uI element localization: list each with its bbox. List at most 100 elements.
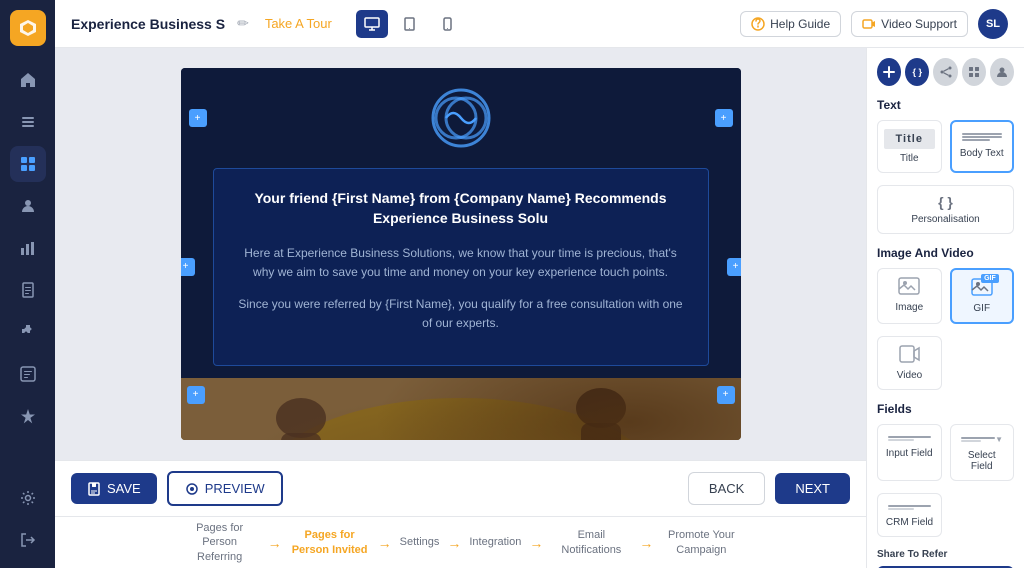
image-block-right-ctrl[interactable]: + bbox=[717, 386, 735, 404]
gif-icon: GIF bbox=[971, 278, 993, 299]
device-mobile[interactable] bbox=[432, 10, 464, 38]
nav-step-1-label[interactable]: Pages for Person Referring bbox=[180, 521, 260, 564]
email-heading: Your friend {First Name} from {Company N… bbox=[234, 189, 688, 228]
input-field-icon bbox=[884, 433, 935, 444]
sidebar-item-users[interactable] bbox=[10, 188, 46, 224]
nav-step-5: Email Notifications bbox=[551, 528, 631, 557]
crm-field-icon bbox=[884, 502, 935, 513]
take-tour-link[interactable]: Take A Tour bbox=[265, 16, 332, 31]
image-video-grid: Image GIF GIF bbox=[877, 268, 1014, 324]
topbar: Experience Business S ✏ Take A Tour bbox=[55, 0, 1024, 48]
meeting-image bbox=[181, 378, 741, 440]
sidebar-item-stack[interactable] bbox=[10, 146, 46, 182]
select-field-icon: ▼ bbox=[957, 433, 1008, 446]
save-button[interactable]: SAVE bbox=[71, 473, 157, 504]
element-input-field[interactable]: Input Field bbox=[877, 424, 942, 481]
image-video-section-title: Image And Video bbox=[877, 246, 1014, 260]
sidebar-item-layers[interactable] bbox=[10, 104, 46, 140]
back-button[interactable]: BACK bbox=[688, 472, 765, 505]
sidebar-logo[interactable] bbox=[10, 10, 46, 46]
sidebar-item-star[interactable] bbox=[10, 398, 46, 434]
sidebar-item-page[interactable] bbox=[10, 272, 46, 308]
image-icon bbox=[898, 277, 920, 298]
back-label: BACK bbox=[709, 481, 744, 496]
sidebar-item-settings[interactable] bbox=[10, 480, 46, 516]
panel-tool-add[interactable] bbox=[877, 58, 901, 86]
nav-arrow-3: → bbox=[447, 535, 461, 551]
main-area: Experience Business S ✏ Take A Tour bbox=[55, 0, 1024, 568]
action-bar: SAVE PREVIEW BACK NEXT bbox=[55, 460, 866, 516]
fields-grid: Input Field ▼ Select Field bbox=[877, 424, 1014, 481]
share-to-refer-label: Share To Refer bbox=[877, 549, 1014, 560]
element-crm-field[interactable]: CRM Field bbox=[877, 493, 942, 537]
nav-step-6-label[interactable]: Promote Your Campaign bbox=[661, 528, 741, 557]
panel-tool-layout[interactable] bbox=[962, 58, 986, 86]
element-image-label: Image bbox=[895, 302, 923, 313]
device-tablet[interactable] bbox=[394, 10, 426, 38]
preview-button[interactable]: PREVIEW bbox=[167, 471, 283, 506]
help-guide-button[interactable]: Help Guide bbox=[740, 11, 841, 37]
next-label: NEXT bbox=[795, 481, 830, 496]
email-canvas-container: + + bbox=[55, 48, 866, 460]
panel-tool-share[interactable] bbox=[933, 58, 957, 86]
email-paragraph2: Since you were referred by {First Name},… bbox=[234, 295, 688, 333]
element-gif[interactable]: GIF GIF bbox=[950, 268, 1015, 324]
nav-arrow-1: → bbox=[268, 535, 282, 551]
nav-step-3: Settings bbox=[400, 535, 440, 549]
text-block-right-ctrl[interactable]: + bbox=[727, 258, 741, 276]
panel-tool-code[interactable]: { } bbox=[905, 58, 929, 86]
title-icon: Title bbox=[884, 129, 935, 149]
element-body-text[interactable]: Body Text bbox=[950, 120, 1015, 173]
user-avatar[interactable]: SL bbox=[978, 9, 1008, 39]
email-canvas: + + bbox=[181, 68, 741, 440]
device-desktop[interactable] bbox=[356, 10, 388, 38]
save-label: SAVE bbox=[107, 481, 141, 496]
preview-label: PREVIEW bbox=[205, 481, 265, 496]
add-block-right-btn[interactable]: + bbox=[715, 109, 733, 127]
help-guide-label: Help Guide bbox=[770, 17, 830, 31]
share-to-refer-section: Share To Refer Promote Your Campaign bbox=[877, 549, 1014, 568]
nav-step-3-label[interactable]: Settings bbox=[400, 535, 440, 549]
element-select-field-label: Select Field bbox=[957, 450, 1008, 472]
text-block-left-ctrl[interactable]: + bbox=[181, 258, 195, 276]
image-block-left-ctrl[interactable]: + bbox=[187, 386, 205, 404]
add-block-btn[interactable]: + bbox=[189, 109, 207, 127]
body-text-icon bbox=[958, 130, 1007, 144]
video-support-button[interactable]: Video Support bbox=[851, 11, 968, 37]
nav-step-4-label[interactable]: Integration bbox=[469, 535, 521, 549]
element-video[interactable]: Video bbox=[877, 336, 942, 390]
panel-tool-profile[interactable] bbox=[990, 58, 1014, 86]
element-select-field[interactable]: ▼ Select Field bbox=[950, 424, 1015, 481]
nav-step-1: Pages for Person Referring bbox=[180, 521, 260, 564]
edit-icon[interactable]: ✏ bbox=[237, 15, 249, 32]
sidebar-item-puzzle[interactable] bbox=[10, 314, 46, 350]
element-title[interactable]: Title Title bbox=[877, 120, 942, 173]
email-image-block: + bbox=[181, 378, 741, 440]
nav-step-4: Integration bbox=[469, 535, 521, 549]
brand-logo bbox=[431, 88, 491, 148]
nav-step-2: Pages for Person Invited bbox=[290, 528, 370, 557]
right-panel: { } bbox=[866, 48, 1024, 568]
element-video-label: Video bbox=[897, 370, 922, 381]
element-personalisation[interactable]: { } Personalisation bbox=[877, 185, 1014, 234]
sidebar-item-logout[interactable] bbox=[10, 522, 46, 558]
block-controls-left: + bbox=[189, 109, 207, 127]
panel-toolbar: { } bbox=[877, 58, 1014, 86]
next-button[interactable]: NEXT bbox=[775, 473, 850, 504]
sidebar-item-home[interactable] bbox=[10, 62, 46, 98]
sidebar-item-chart[interactable] bbox=[10, 230, 46, 266]
text-elements-grid: Title Title Body Text bbox=[877, 120, 1014, 173]
video-icon bbox=[899, 345, 921, 366]
element-image[interactable]: Image bbox=[877, 268, 942, 324]
element-crm-field-label: CRM Field bbox=[886, 517, 933, 528]
device-switcher bbox=[356, 10, 464, 38]
video-support-label: Video Support bbox=[881, 17, 957, 31]
topbar-title: Experience Business S bbox=[71, 16, 225, 32]
sidebar-item-reports[interactable] bbox=[10, 356, 46, 392]
nav-arrow-5: → bbox=[639, 535, 653, 551]
sidebar bbox=[0, 0, 55, 568]
email-text-block[interactable]: Your friend {First Name} from {Company N… bbox=[213, 168, 709, 366]
nav-step-5-label[interactable]: Email Notifications bbox=[551, 528, 631, 557]
bottom-nav: Pages for Person Referring → Pages for P… bbox=[55, 516, 866, 568]
nav-step-2-label[interactable]: Pages for Person Invited bbox=[290, 528, 370, 557]
